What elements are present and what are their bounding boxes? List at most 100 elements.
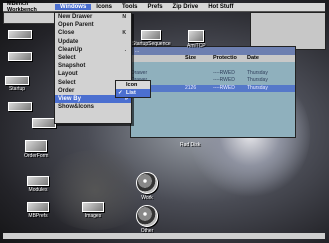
icon-images[interactable]: Images	[82, 202, 104, 219]
cell-prot: ----RWED	[213, 77, 235, 84]
header-protection[interactable]: Protectio	[213, 55, 247, 62]
cell-name	[131, 108, 185, 116]
menu-item-label: Update	[58, 38, 79, 45]
icon-startup[interactable]: Startup	[5, 76, 29, 92]
icon-order-form[interactable]: OrderForm	[24, 140, 48, 159]
menu-windows[interactable]: Windows	[55, 4, 92, 10]
file-list-rows: Drawer----RWEDThursdayDrawer----RWEDThur…	[131, 62, 295, 123]
submenu-item[interactable]: ✓ List	[116, 89, 150, 97]
menu-item[interactable]: Select	[55, 54, 131, 62]
icon-amitcp[interactable]: AmiTCP	[187, 30, 206, 49]
drawer-icon	[8, 52, 32, 61]
cell-size	[185, 70, 213, 78]
menu-item[interactable]: Layout	[55, 70, 131, 78]
cell-date: Thursday	[247, 84, 268, 91]
menu-prefs[interactable]: Prefs	[143, 4, 168, 10]
menu-item-shortcut: K	[122, 30, 126, 37]
menu-item-label: Show&Icons	[58, 104, 95, 111]
cell-date: Thursday	[247, 69, 268, 76]
cell-prot	[213, 62, 247, 70]
table-row[interactable]: Drawer----RWEDThursday	[131, 77, 295, 85]
table-row[interactable]	[131, 92, 295, 100]
icon-left-3[interactable]	[8, 102, 32, 111]
menu-item-shortcut: N	[122, 14, 126, 20]
menu-item[interactable]: Show&Icons	[55, 103, 131, 111]
startup-sequence-icon	[141, 30, 162, 40]
cell-prot	[213, 115, 247, 123]
cell-date	[247, 115, 287, 123]
workbench-screen: MBench Workbench Windows Icons Tools Pre…	[0, 0, 329, 243]
menu-zip-drive[interactable]: Zip Drive	[168, 4, 204, 10]
icon-modules[interactable]: Modules	[27, 176, 49, 193]
modules-icon	[27, 176, 49, 186]
cell-prot: ----RWED	[213, 69, 235, 76]
cell-size	[185, 77, 213, 85]
icon-label: AmiTCP	[187, 43, 206, 49]
menu-hot-stuff[interactable]: Hot Stuff	[203, 4, 238, 10]
icon-label: Rad Disk	[180, 142, 201, 148]
menu-item[interactable]: CleanUp.	[55, 46, 131, 54]
icon-work[interactable]: Work	[136, 172, 158, 201]
table-row[interactable]	[131, 62, 295, 70]
header-size[interactable]: Size	[185, 55, 213, 62]
disk-icon	[136, 172, 158, 194]
images-icon	[82, 202, 104, 212]
cell-date	[247, 100, 287, 108]
cell-name	[131, 100, 185, 108]
menu-item-label: Snapshot	[58, 63, 86, 70]
table-row[interactable]: Drawer ----RWED Thursday	[131, 70, 295, 78]
icon-label: MBPrefs	[28, 213, 48, 219]
file-window-title[interactable]: ...	[131, 47, 295, 55]
icon-left-4[interactable]	[32, 118, 56, 128]
menu-item-label: View By	[58, 95, 81, 102]
cell-name: Drawer	[131, 69, 148, 76]
table-row[interactable]	[131, 115, 295, 123]
table-row[interactable]	[131, 108, 295, 116]
icon-left-1[interactable]	[8, 30, 32, 39]
header-date[interactable]: Date	[247, 55, 287, 62]
icon-label: StartupSequence	[132, 41, 171, 47]
menu-item[interactable]: Open Parent	[55, 21, 131, 29]
table-row[interactable]	[131, 100, 295, 108]
right-window[interactable]	[250, 12, 326, 50]
icon-startup-sequence[interactable]: StartupSequence	[132, 30, 171, 47]
icon-label: Modules	[28, 187, 48, 193]
drawer-icon	[32, 118, 56, 128]
menu-item[interactable]: New Drawer N	[55, 13, 131, 21]
cell-size: 2126	[185, 84, 197, 91]
menu-tools[interactable]: Tools	[117, 4, 143, 10]
submenu-item-label: List	[126, 90, 136, 96]
menu-item-label: Select	[58, 54, 76, 61]
bottom-bar	[3, 233, 325, 239]
screen-menu-bar: MBench Workbench Windows Icons Tools Pre…	[3, 1, 325, 13]
menu-item[interactable]: Update	[55, 38, 131, 46]
icon-other[interactable]: Other	[136, 205, 158, 234]
menu-item-label: Order	[58, 87, 75, 94]
cell-name	[131, 62, 185, 70]
drawer-icon	[8, 30, 32, 39]
icon-rad-disk[interactable]: Rad Disk	[180, 141, 200, 148]
table-row[interactable]: 2126 ----RWED Thursday	[131, 84, 295, 93]
amitcp-icon	[188, 30, 205, 42]
submenu-item[interactable]: Icon	[116, 81, 150, 89]
menu-icons[interactable]: Icons	[91, 4, 117, 10]
file-list-window[interactable]: ... Size Protectio Date Drawer ----RWED Th…	[130, 46, 296, 138]
cell-date	[247, 62, 287, 70]
cell-prot	[213, 108, 247, 116]
icon-left-2[interactable]	[8, 52, 32, 61]
menu-item-label: CleanUp	[58, 46, 83, 53]
startup-icon	[5, 76, 29, 85]
cell-date	[247, 108, 287, 116]
cell-size	[185, 92, 213, 100]
disk-icon	[136, 205, 158, 227]
cell-date: Thursday	[247, 77, 268, 84]
icon-label: OrderForm	[24, 153, 49, 159]
header-name	[131, 55, 185, 62]
menu-item[interactable]: Snapshot	[55, 62, 131, 70]
windows-menu-dropdown: New Drawer N Open Parent Close K Update CleanU…	[54, 12, 132, 124]
mbprefs-icon	[27, 202, 49, 212]
order-form-icon	[25, 140, 48, 152]
menu-item[interactable]: Close K	[55, 29, 131, 37]
file-list-header: Size Protectio Date	[131, 55, 295, 62]
icon-mbprefs[interactable]: MBPrefs	[27, 202, 49, 219]
